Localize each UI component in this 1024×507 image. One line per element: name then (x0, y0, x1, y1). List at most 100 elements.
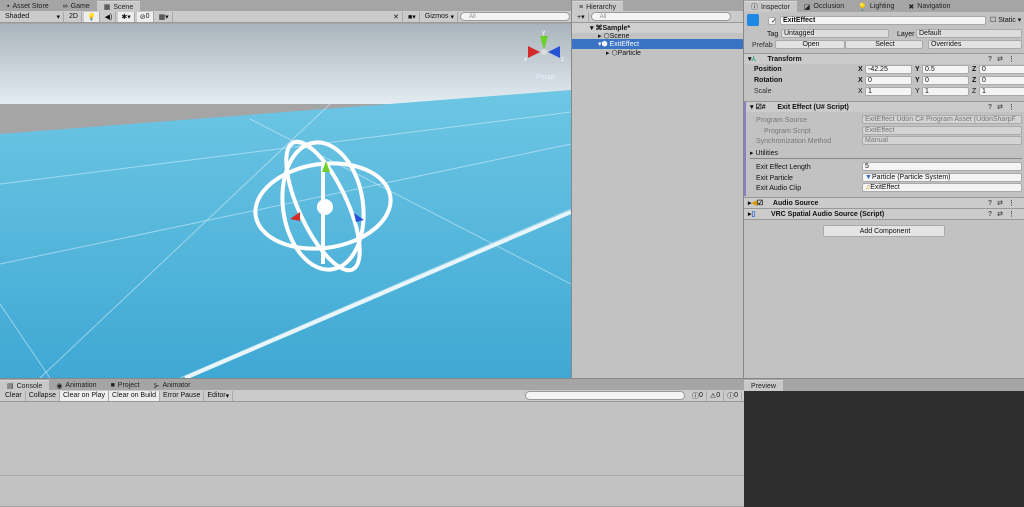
sync-method-dropdown[interactable]: Manual (862, 136, 1022, 145)
scene-search-input[interactable]: All (460, 12, 570, 21)
exit-effect-length-label: Exit Effect Length (756, 164, 811, 171)
add-button[interactable]: +▾ (574, 11, 589, 22)
component-menu-icons[interactable]: ?⇄⋮ (988, 55, 1020, 63)
effects-icon[interactable]: ✱▾ (118, 11, 135, 22)
hierarchy-panel: ≡ Hierarchy +▾ All ▾ ⌘ Sample* ▸ ⬡ Scene … (571, 0, 744, 378)
prefab-overrides-dropdown[interactable]: Overrides (928, 40, 1022, 49)
tab-occlusion[interactable]: ◪ Occlusion (797, 1, 851, 12)
transform-rotation-y-input[interactable]: 0 (922, 76, 969, 85)
axis-z-label: Z (972, 88, 977, 95)
exit-audio-clip-field[interactable]: ♫ ExitEffect (862, 183, 1022, 192)
sky (0, 24, 571, 104)
error-filter-toggle[interactable]: ⓘ 0 (724, 390, 742, 401)
shading-dropdown[interactable]: Shaded ▾ (2, 11, 64, 22)
audio-menu-icons[interactable]: ?⇄⋮ (988, 199, 1020, 207)
console-search-input[interactable] (525, 391, 685, 400)
axis-y-label: Y (915, 77, 920, 84)
persp-label[interactable]: Persp (536, 74, 554, 81)
clear-on-play-toggle[interactable]: Clear on Play (59, 390, 110, 401)
camera-icon[interactable]: ■▾ (405, 11, 420, 22)
active-checkbox[interactable]: ✓ (768, 17, 777, 25)
object-name-input[interactable]: ExitEffect (780, 16, 986, 25)
2d-toggle[interactable]: 2D (66, 11, 82, 22)
layer-label: Layer (897, 31, 915, 38)
error-pause-toggle[interactable]: Error Pause (160, 390, 205, 401)
hierarchy-search-input[interactable]: All (590, 12, 731, 21)
audio-source-header[interactable]: ▸ ◀ ☑ Audio Source ?⇄⋮ (744, 197, 1024, 208)
vrc-menu-icons[interactable]: ?⇄⋮ (988, 210, 1020, 218)
script-menu-icons[interactable]: ?⇄⋮ (988, 103, 1020, 111)
script-section-bar (744, 112, 746, 196)
exit-particle-field[interactable]: ▼ Particle (Particle System) (862, 173, 1022, 182)
clear-on-build-toggle[interactable]: Clear on Build (109, 390, 160, 401)
tag-dropdown[interactable]: Untagged (781, 29, 889, 38)
grid-toggle-icon[interactable]: ▦▾ (156, 11, 173, 22)
utilities-foldout[interactable]: ▸ Utilities (750, 149, 778, 157)
hidden-objects-toggle[interactable]: ⊘ 0 (136, 11, 154, 22)
gameobject-cube-icon[interactable] (747, 14, 759, 26)
prefab-label: Prefab (752, 42, 773, 49)
tab-navigation[interactable]: ✖ Navigation (901, 1, 957, 12)
scene-view[interactable]: y x z Persp (0, 24, 571, 378)
program-script-label: Program Script (764, 128, 811, 135)
transform-rotation-x-input[interactable]: 0 (865, 76, 912, 85)
scene-toolbar: Shaded ▾ 2D 💡 ◀) ✱▾ ⊘ 0 ▦▾ ✕ ■▾ Gizmos ▾ A… (0, 11, 572, 23)
collapse-button[interactable]: Collapse (26, 390, 60, 401)
transform-position-x-input[interactable]: -42.25 (865, 65, 912, 74)
layer-dropdown[interactable]: Default (916, 29, 1022, 38)
program-source-field[interactable]: ExitEffect Udon C# Program Asset (UdonSh… (862, 115, 1022, 124)
program-script-field[interactable]: ExitEffect (862, 126, 1022, 135)
transform-rotation-z-input[interactable]: 0 (979, 76, 1024, 85)
axis-z-label: Z (972, 77, 977, 84)
axis-z-label: z (561, 57, 564, 63)
divider (744, 219, 1024, 220)
transform-rotation-label: Rotation (754, 77, 783, 84)
program-source-label: Program Source (756, 117, 807, 124)
audio-toggle-icon[interactable]: ◀) (102, 11, 117, 22)
add-component-button[interactable]: Add Component (823, 225, 945, 237)
divider (750, 158, 1022, 159)
tab-preview[interactable]: Preview (744, 380, 783, 391)
editor-dropdown[interactable]: Editor ▾ (204, 390, 234, 401)
axis-x-label: x (524, 57, 527, 63)
transform-position-z-input[interactable]: 0 (979, 65, 1024, 74)
hierarchy-item-particle[interactable]: ▸ ⬡ Particle (572, 48, 743, 58)
axis-x-label: X (858, 77, 863, 84)
axis-y-label: y (542, 30, 545, 36)
list-icon: ≡ (579, 3, 584, 11)
grid-icon: ▦ (103, 4, 111, 11)
info-icon: ⓘ (692, 392, 699, 400)
exit-particle-label: Exit Particle (756, 175, 793, 182)
preview-panel: Preview (744, 378, 1024, 507)
axis-x-label: X (858, 88, 863, 95)
warning-filter-toggle[interactable]: ⚠ 0 (707, 390, 725, 401)
transform-position-y-input[interactable]: 0.5 (922, 65, 969, 74)
transform-header[interactable]: ▾ ⅄ Transform ?⇄⋮ (744, 53, 1024, 64)
prefab-open-button[interactable]: Open (775, 40, 845, 49)
gizmos-dropdown[interactable]: Gizmos ▾ (422, 11, 458, 22)
transform-scale-y-input[interactable]: 1 (922, 87, 969, 96)
axis-x-label: X (858, 66, 863, 73)
tab-inspector[interactable]: ⓘ Inspector (744, 1, 797, 12)
prefab-select-button[interactable]: Select (845, 40, 923, 49)
script-header[interactable]: ▾ ☑ # Exit Effect (U# Script) ?⇄⋮ (744, 101, 1024, 112)
tab-lighting[interactable]: 💡 Lighting (851, 1, 901, 12)
static-toggle[interactable]: ☐ Static ▾ (990, 16, 1021, 24)
transform-scale-z-input[interactable]: 1 (979, 87, 1024, 96)
vrc-spatial-header[interactable]: ▸ ▯ VRC Spatial Audio Source (Script) ?⇄⋮ (744, 208, 1024, 219)
lighting-toggle-icon[interactable]: 💡 (83, 11, 100, 22)
transform-scale-x-input[interactable]: 1 (865, 87, 912, 96)
info-filter-toggle[interactable]: ⓘ 0 (689, 390, 707, 401)
clear-button[interactable]: Clear (2, 390, 26, 401)
scene-canvas[interactable]: y x z Persp (0, 24, 571, 378)
console-divider[interactable] (0, 475, 744, 476)
exit-audio-clip-label: Exit Audio Clip (756, 185, 802, 192)
tag-label: Tag (767, 31, 779, 38)
script-file-icon: ▯ (751, 211, 756, 218)
exit-effect-length-input[interactable]: 5 (862, 162, 1022, 171)
tools-icon[interactable]: ✕ (390, 11, 404, 22)
bag-icon: ▪ (7, 3, 10, 10)
console-panel: ▤ Console ◉ Animation ■ Project ⊱ Animat… (0, 378, 744, 506)
gizmo-center[interactable] (317, 199, 333, 215)
axis-y-label: Y (915, 66, 920, 73)
